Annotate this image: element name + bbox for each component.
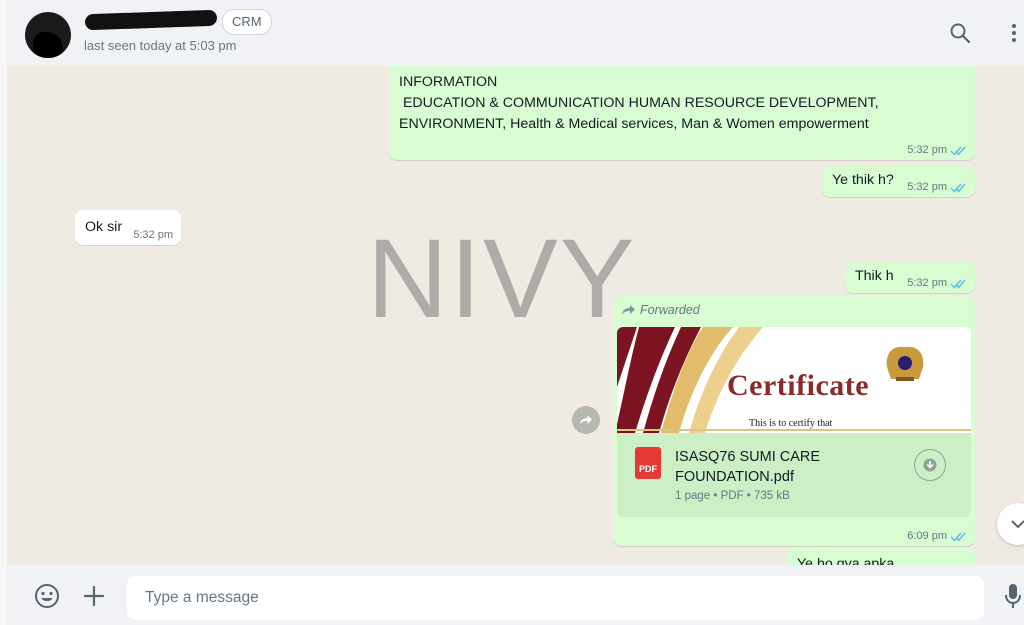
forward-arrow-icon [622, 305, 635, 315]
message-meta: 5:32 pm [133, 229, 173, 241]
download-icon [923, 458, 937, 472]
double-check-icon [950, 183, 966, 193]
message-time: 5:32 pm [133, 229, 173, 241]
download-button[interactable] [914, 449, 946, 481]
share-icon [579, 415, 593, 425]
document-thumbnail[interactable]: Certificate This is to certify that [617, 327, 971, 433]
message-text: Ok sir [85, 219, 123, 235]
message-time: 6:09 pm [907, 530, 947, 542]
certificate-title: Certificate [727, 369, 870, 402]
message-text: INFORMATION EDUCATION & COMMUNICATION HU… [399, 74, 879, 132]
watermark-text: NIVY [367, 216, 637, 341]
message-text: Ye ho gya apka [797, 556, 895, 565]
double-check-icon [950, 532, 966, 542]
document-info: 1 page • PDF • 735 kB [675, 490, 790, 502]
message-input[interactable]: Type a message [127, 576, 984, 620]
message-time: 5:32 pm [907, 144, 947, 156]
message-bubble-incoming[interactable]: Ok sir 5:32 pm [75, 210, 181, 245]
chat-panel[interactable]: NIVY INFORMATION EDUCATION & COMMUNICATI… [7, 66, 1024, 565]
document-name: ISASQ76 SUMI CARE FOUNDATION.pdf [675, 449, 821, 485]
emoji-icon[interactable] [33, 582, 61, 610]
crm-badge: CRM [222, 9, 272, 35]
left-edge [0, 0, 7, 625]
message-bubble-outgoing[interactable]: Thik h 5:32 pm [845, 261, 975, 293]
message-meta: 5:32 pm [907, 181, 967, 193]
last-seen-status: last seen today at 5:03 pm [84, 38, 237, 53]
pdf-file-icon: PDF [635, 447, 661, 479]
more-vertical-icon[interactable] [1001, 20, 1024, 46]
message-meta: 5:32 pm [907, 277, 967, 289]
message-time: 5:32 pm [907, 181, 947, 193]
message-bubble-outgoing[interactable]: Ye ho gya apka [787, 548, 975, 565]
plus-icon[interactable] [80, 582, 108, 610]
contact-name-redacted[interactable] [84, 9, 218, 31]
message-time: 5:32 pm [907, 277, 947, 289]
chevron-down-icon [1011, 520, 1024, 529]
message-bubble-outgoing[interactable]: INFORMATION EDUCATION & COMMUNICATION HU… [389, 66, 975, 160]
double-check-icon [950, 279, 966, 289]
message-text: Ye thik h? [832, 172, 894, 188]
compose-bar: Type a message [7, 565, 1024, 625]
left-edge-strip [0, 160, 7, 290]
search-icon[interactable] [947, 20, 973, 46]
chat-header[interactable]: CRM last seen today at 5:03 pm [7, 0, 1024, 67]
message-text: Thik h [855, 268, 894, 284]
message-meta: 5:32 pm [907, 144, 967, 156]
message-bubble-document[interactable]: Forwarded Certificate This is to certify… [613, 296, 975, 546]
message-bubble-outgoing[interactable]: Ye thik h? 5:32 pm [822, 165, 975, 197]
certificate-subtitle: This is to certify that [749, 418, 833, 429]
share-button[interactable] [572, 406, 600, 434]
crest-emblem [886, 346, 924, 381]
forwarded-label: Forwarded [621, 303, 700, 317]
avatar[interactable] [25, 12, 71, 58]
scroll-to-bottom-button[interactable] [997, 503, 1024, 545]
document-attachment[interactable]: PDF ISASQ76 SUMI CARE FOUNDATION.pdf 1 pa… [617, 433, 971, 517]
microphone-icon[interactable] [999, 582, 1024, 610]
message-meta: 6:09 pm [907, 530, 967, 542]
double-check-icon [950, 146, 966, 156]
